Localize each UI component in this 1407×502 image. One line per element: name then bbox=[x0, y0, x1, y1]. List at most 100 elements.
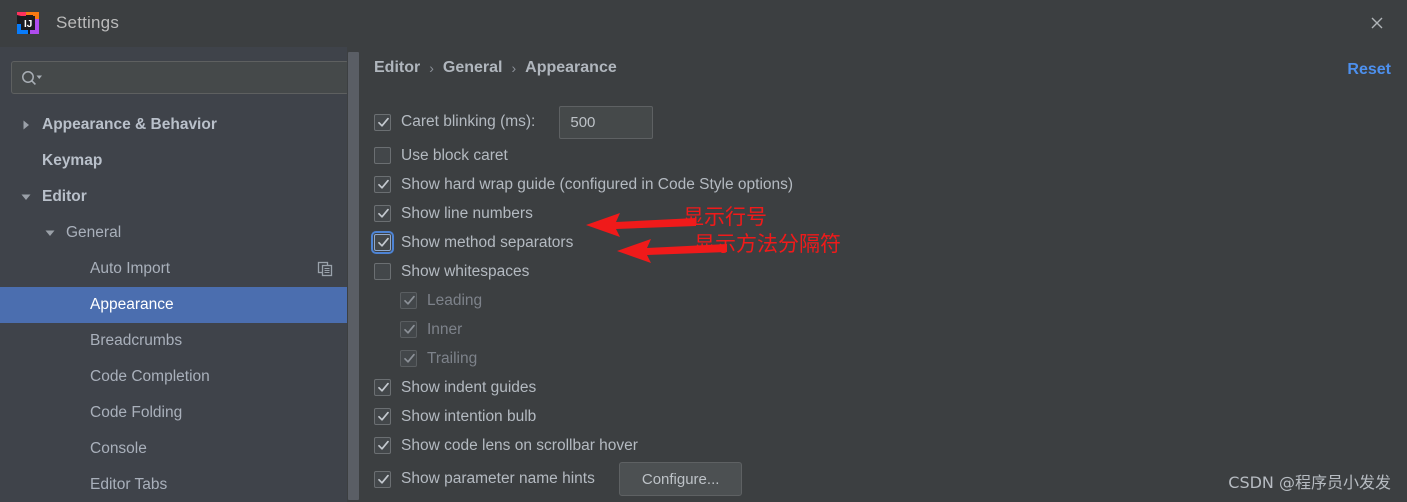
sidebar-item-console[interactable]: Console bbox=[0, 431, 360, 467]
option-label-whitespaces-inner: Inner bbox=[427, 320, 463, 338]
option-row-caret-blinking: Caret blinking (ms): bbox=[374, 103, 1394, 141]
window-title: Settings bbox=[56, 13, 120, 32]
breadcrumb-item-editor[interactable]: Editor bbox=[374, 59, 420, 77]
option-row-show-code-lens: Show code lens on scrollbar hover bbox=[374, 431, 1394, 460]
sidebar-item-code-completion[interactable]: Code Completion bbox=[0, 359, 360, 395]
settings-dialog: IJ Settings Appearance & Behavior Keymap E… bbox=[0, 0, 1407, 502]
sidebar-item-label: Appearance & Behavior bbox=[42, 116, 217, 133]
settings-sidebar: Appearance & Behavior Keymap Editor General… bbox=[0, 47, 360, 502]
check-icon bbox=[377, 116, 390, 129]
option-label-use-block-caret: Use block caret bbox=[401, 146, 508, 164]
option-label-show-method-separators: Show method separators bbox=[401, 233, 574, 251]
option-label-whitespaces-trailing: Trailing bbox=[427, 349, 478, 367]
sidebar-item-editor[interactable]: Editor bbox=[0, 179, 360, 215]
sidebar-scrollbar-track[interactable] bbox=[347, 47, 360, 502]
check-icon bbox=[377, 207, 390, 220]
svg-text:IJ: IJ bbox=[24, 19, 32, 30]
breadcrumb-separator: › bbox=[511, 60, 517, 76]
sidebar-item-label: Breadcrumbs bbox=[90, 332, 183, 349]
option-row-whitespaces-leading: Leading bbox=[374, 286, 1394, 315]
option-label-whitespaces-leading: Leading bbox=[427, 291, 483, 309]
sidebar-item-label: Console bbox=[90, 440, 147, 457]
close-icon[interactable] bbox=[1364, 10, 1390, 36]
intellij-idea-icon: IJ bbox=[15, 10, 41, 36]
sidebar-item-label: Auto Import bbox=[90, 260, 171, 277]
option-row-show-intention-bulb: Show intention bulb bbox=[374, 402, 1394, 431]
sidebar-item-auto-import[interactable]: Auto Import bbox=[0, 251, 360, 287]
configure-button[interactable]: Configure... bbox=[618, 462, 743, 496]
check-icon bbox=[377, 439, 390, 452]
option-row-show-method-separators: Show method separators bbox=[371, 228, 1394, 257]
title-bar: IJ Settings bbox=[0, 0, 1407, 47]
search-box[interactable] bbox=[11, 61, 349, 94]
option-row-show-line-numbers: Show line numbers bbox=[374, 199, 1394, 228]
search-icon[interactable] bbox=[20, 68, 48, 88]
option-label-show-hard-wrap-guide: Show hard wrap guide (configured in Code… bbox=[401, 175, 794, 193]
checkbox-use-block-caret[interactable] bbox=[374, 147, 391, 164]
option-row-whitespaces-trailing: Trailing bbox=[374, 344, 1394, 373]
copy-icon[interactable] bbox=[317, 261, 333, 277]
settings-tree: Appearance & Behavior Keymap Editor General… bbox=[0, 107, 360, 502]
breadcrumb-item-general[interactable]: General bbox=[443, 59, 503, 77]
chevron-right-icon[interactable] bbox=[18, 117, 34, 133]
sidebar-item-appearance-behavior[interactable]: Appearance & Behavior bbox=[0, 107, 360, 143]
sidebar-item-label: Code Folding bbox=[90, 404, 183, 421]
checkbox-whitespaces-trailing bbox=[400, 350, 417, 367]
checkbox-show-hard-wrap-guide[interactable] bbox=[374, 176, 391, 193]
option-label-show-indent-guides: Show indent guides bbox=[401, 378, 537, 396]
option-row-whitespaces-inner: Inner bbox=[374, 315, 1394, 344]
checkbox-show-indent-guides[interactable] bbox=[374, 379, 391, 396]
sidebar-scrollbar-thumb[interactable] bbox=[348, 52, 359, 500]
option-row-show-hard-wrap-guide: Show hard wrap guide (configured in Code… bbox=[374, 170, 1394, 199]
check-icon bbox=[403, 352, 416, 365]
sidebar-item-label: General bbox=[66, 224, 122, 241]
checkbox-show-code-lens[interactable] bbox=[374, 437, 391, 454]
checkbox-show-parameter-name-hints[interactable] bbox=[374, 470, 391, 488]
checkbox-caret-blinking[interactable] bbox=[374, 113, 391, 131]
appearance-options-list: Caret blinking (ms): Use block caret Show … bbox=[371, 103, 1394, 498]
checkbox-show-line-numbers[interactable] bbox=[374, 205, 391, 222]
sidebar-item-appearance[interactable]: Appearance bbox=[0, 287, 360, 323]
sidebar-item-code-folding[interactable]: Code Folding bbox=[0, 395, 360, 431]
check-icon bbox=[377, 410, 390, 423]
caret-blinking-ms-input[interactable] bbox=[559, 105, 654, 139]
checkbox-show-method-separators[interactable] bbox=[371, 231, 394, 254]
check-icon bbox=[377, 178, 390, 191]
sidebar-item-label: Editor Tabs bbox=[90, 476, 168, 493]
option-label-show-whitespaces: Show whitespaces bbox=[401, 262, 530, 280]
breadcrumb-item-appearance[interactable]: Appearance bbox=[525, 59, 617, 77]
sidebar-item-keymap[interactable]: Keymap bbox=[0, 143, 360, 179]
breadcrumb: Editor › General › Appearance bbox=[374, 59, 617, 77]
search-input[interactable] bbox=[50, 62, 346, 93]
option-label-show-parameter-name-hints: Show parameter name hints bbox=[401, 470, 595, 487]
chevron-down-icon[interactable] bbox=[18, 189, 34, 205]
check-icon bbox=[377, 236, 390, 249]
check-icon bbox=[377, 381, 390, 394]
checkbox-whitespaces-inner bbox=[400, 321, 417, 338]
checkbox-show-intention-bulb[interactable] bbox=[374, 408, 391, 425]
breadcrumb-separator: › bbox=[429, 60, 434, 76]
option-label-show-line-numbers: Show line numbers bbox=[401, 204, 533, 222]
sidebar-item-breadcrumbs[interactable]: Breadcrumbs bbox=[0, 323, 360, 359]
option-label-show-intention-bulb: Show intention bulb bbox=[401, 407, 537, 425]
sidebar-item-editor-tabs[interactable]: Editor Tabs bbox=[0, 467, 360, 502]
chevron-down-icon[interactable] bbox=[42, 225, 58, 241]
reset-link[interactable]: Reset bbox=[1347, 61, 1391, 79]
sidebar-item-label: Appearance bbox=[90, 296, 174, 313]
sidebar-item-label: Code Completion bbox=[90, 368, 210, 385]
option-row-show-indent-guides: Show indent guides bbox=[374, 373, 1394, 402]
sidebar-item-general[interactable]: General bbox=[0, 215, 360, 251]
settings-main-panel: Editor › General › Appearance Reset Caret bl… bbox=[360, 47, 1407, 502]
checkbox-show-whitespaces[interactable] bbox=[374, 263, 391, 280]
watermark-text: CSDN @程序员小发发 bbox=[1228, 473, 1391, 492]
check-icon bbox=[403, 294, 416, 307]
check-icon bbox=[377, 473, 390, 486]
